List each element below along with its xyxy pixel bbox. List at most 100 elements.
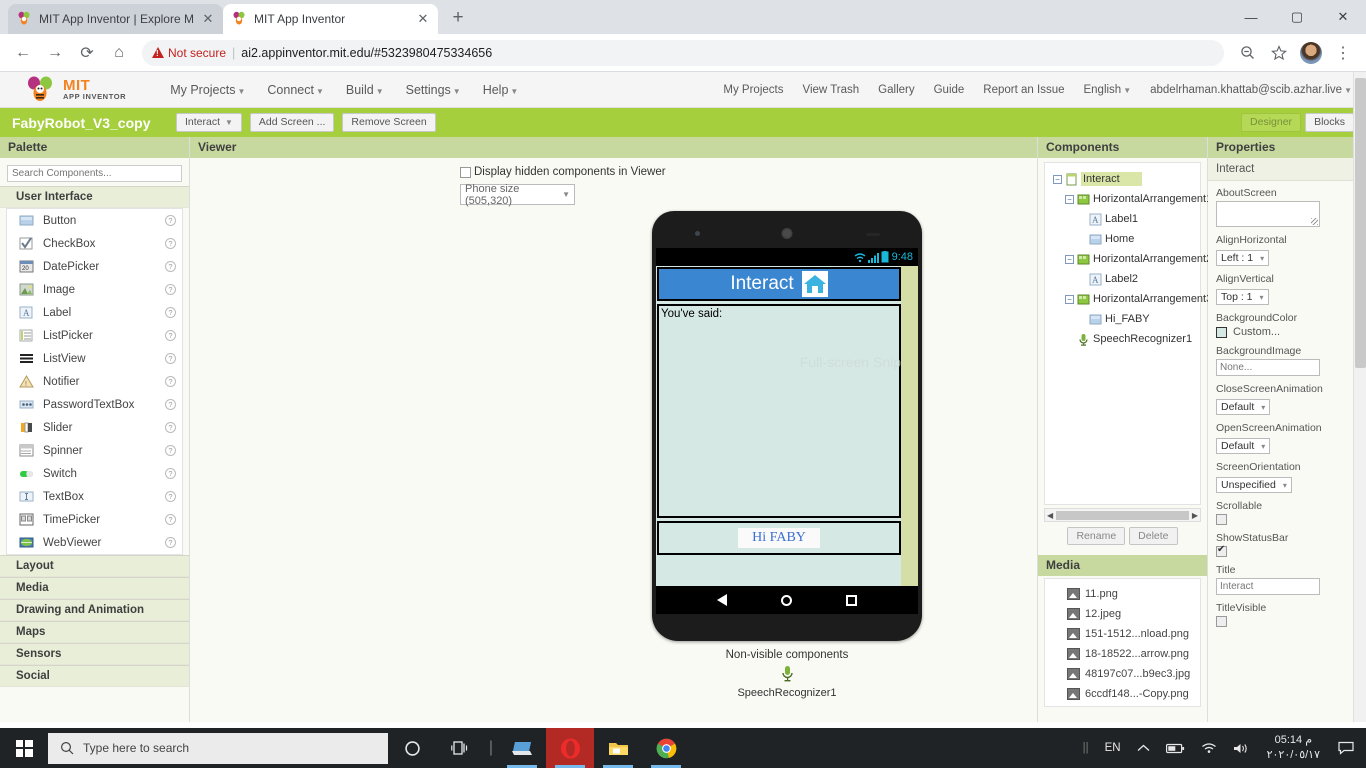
volume-icon[interactable] (1225, 742, 1257, 755)
palette-item-slider[interactable]: Slider ? (7, 416, 182, 439)
help-icon[interactable]: ? (165, 284, 176, 295)
reload-icon[interactable]: ⟳ (72, 38, 102, 68)
delete-button[interactable]: Delete (1129, 527, 1178, 545)
battery-icon[interactable] (1158, 743, 1193, 754)
expander-icon[interactable]: − (1065, 194, 1074, 204)
screen-selector-dropdown[interactable]: Interact ▼ (176, 112, 242, 133)
not-secure-indicator[interactable]: Not secure (152, 46, 226, 60)
tree-node-horizontalarrangement3[interactable]: − HorizontalArrangement3 (1045, 289, 1212, 309)
cortana-icon[interactable] (388, 728, 436, 768)
back-icon[interactable] (717, 594, 727, 606)
palette-item-image[interactable]: Image ? (7, 278, 182, 301)
palette-category-sensors[interactable]: Sensors (0, 643, 189, 665)
show-hidden-icons-chevron-up-icon[interactable] (1129, 744, 1158, 753)
page-scrollbar[interactable] (1353, 72, 1366, 722)
remote-desktop-icon[interactable] (498, 728, 546, 768)
media-file-item[interactable]: 151-1512...nload.png (1045, 624, 1200, 644)
browser-tab-2[interactable]: MIT App Inventor ✕ (223, 4, 438, 34)
help-icon[interactable]: ? (165, 330, 176, 341)
file-explorer-icon[interactable] (594, 728, 642, 768)
palette-item-listpicker[interactable]: ListPicker ? (7, 324, 182, 347)
tree-node-speechrecognizer1[interactable]: SpeechRecognizer1 (1045, 329, 1200, 349)
component-tree-hscrollbar[interactable]: ◀ ▶ (1044, 508, 1201, 522)
palette-category-user-interface[interactable]: User Interface (0, 186, 189, 208)
horizontal-arrangement-3[interactable]: Hi FABY (657, 521, 901, 555)
close-window-icon[interactable]: ✕ (1320, 0, 1366, 34)
help-icon[interactable]: ? (165, 215, 176, 226)
scroll-right-icon[interactable]: ▶ (1192, 511, 1198, 520)
checkbox-icon[interactable] (460, 166, 471, 178)
help-icon[interactable]: ? (165, 376, 176, 387)
openscreenanimation-dropdown[interactable]: Default ▾ (1216, 438, 1271, 454)
minimize-icon[interactable]: — (1228, 0, 1274, 34)
palette-item-label[interactable]: A Label ? (7, 301, 182, 324)
start-button[interactable] (0, 728, 48, 768)
color-swatch[interactable] (1216, 326, 1227, 338)
maximize-icon[interactable]: ▢ (1274, 0, 1320, 34)
back-icon[interactable]: ← (8, 38, 38, 68)
expander-icon[interactable]: − (1053, 174, 1062, 184)
notification-icon[interactable] (1330, 741, 1362, 755)
new-tab-button[interactable]: + (444, 4, 472, 32)
designer-tab[interactable]: Designer (1241, 112, 1302, 133)
backgroundcolor-picker[interactable]: Custom... (1216, 326, 1358, 338)
palette-item-datepicker[interactable]: 20 DatePicker ? (7, 255, 182, 278)
palette-item-button[interactable]: Button ? (7, 209, 182, 232)
link-report-issue[interactable]: Report an Issue (983, 84, 1064, 96)
home-circle-icon[interactable] (781, 594, 792, 606)
remove-screen-button[interactable]: Remove Screen (342, 112, 436, 133)
close-icon[interactable]: ✕ (416, 11, 430, 27)
tree-node-label1[interactable]: A Label1 (1045, 209, 1200, 229)
screenorientation-dropdown[interactable]: Unspecified ▾ (1216, 477, 1292, 493)
rename-button[interactable]: Rename (1067, 527, 1126, 545)
tree-node-label2[interactable]: A Label2 (1045, 269, 1200, 289)
alignhorizontal-dropdown[interactable]: Left : 1 ▾ (1216, 250, 1270, 266)
add-screen-button[interactable]: Add Screen ... (249, 112, 335, 133)
avatar[interactable] (1300, 41, 1322, 64)
horizontal-arrangement-1[interactable]: Interact (657, 267, 901, 301)
taskbar-clock[interactable]: 05:14 م ٢٠٢٠/٠٥/١٧ (1257, 733, 1330, 763)
menu-build[interactable]: Build ▼ (346, 83, 384, 97)
phone-size-dropdown[interactable]: Phone size (505,320) ▼ (460, 183, 575, 207)
link-my-projects[interactable]: My Projects (723, 84, 783, 96)
tree-node-interact[interactable]: − Interact (1045, 169, 1200, 189)
horizontal-arrangement-2[interactable]: You've said: Full-screen Snip (657, 304, 901, 518)
home-icon[interactable] (801, 271, 828, 297)
tree-node-horizontalarrangement1[interactable]: − HorizontalArrangement1 (1045, 189, 1212, 209)
forward-icon[interactable]: → (40, 38, 70, 68)
closescreenanimation-dropdown[interactable]: Default ▾ (1216, 399, 1271, 415)
media-file-item[interactable]: 11.png (1045, 584, 1200, 604)
browser-menu-icon[interactable]: ⋮ (1328, 38, 1358, 68)
palette-item-notifier[interactable]: ! Notifier ? (7, 370, 182, 393)
scroll-thumb[interactable] (1056, 510, 1189, 520)
help-icon[interactable]: ? (165, 307, 176, 318)
help-icon[interactable]: ? (165, 445, 176, 456)
help-icon[interactable]: ? (165, 514, 176, 525)
star-icon[interactable] (1264, 38, 1294, 68)
recents-square-icon[interactable] (846, 594, 857, 606)
help-icon[interactable]: ? (165, 261, 176, 272)
address-bar[interactable]: Not secure | ai2.appinventor.mit.edu/#53… (142, 39, 1224, 66)
palette-category-social[interactable]: Social (0, 665, 189, 687)
hi-faby-button[interactable]: Hi FABY (738, 527, 820, 549)
palette-item-textbox[interactable]: TextBox ? (7, 485, 182, 508)
help-icon[interactable]: ? (165, 537, 176, 548)
menu-settings[interactable]: Settings ▼ (406, 83, 461, 97)
link-gallery[interactable]: Gallery (878, 84, 914, 96)
link-guide[interactable]: Guide (934, 84, 965, 96)
menu-connect[interactable]: Connect ▼ (267, 83, 323, 97)
account-menu[interactable]: abdelrhaman.khattab@scib.azhar.live ▼ (1150, 84, 1352, 96)
scroll-left-icon[interactable]: ◀ (1047, 511, 1053, 520)
menu-my-projects[interactable]: My Projects ▼ (170, 83, 245, 97)
language-selector[interactable]: English ▼ (1083, 84, 1131, 96)
wifi-icon[interactable] (1193, 742, 1225, 754)
titlevisible-checkbox[interactable] (1216, 616, 1227, 627)
palette-category-media[interactable]: Media (0, 577, 189, 599)
display-hidden-components-checkbox[interactable]: Display hidden components in Viewer (460, 166, 780, 178)
link-view-trash[interactable]: View Trash (802, 84, 859, 96)
palette-item-switch[interactable]: Switch ? (7, 462, 182, 485)
palette-item-timepicker[interactable]: TimePicker ? (7, 508, 182, 531)
showstatusbar-checkbox[interactable] (1216, 544, 1227, 557)
home-icon[interactable]: ⌂ (104, 38, 134, 68)
help-icon[interactable]: ? (165, 422, 176, 433)
